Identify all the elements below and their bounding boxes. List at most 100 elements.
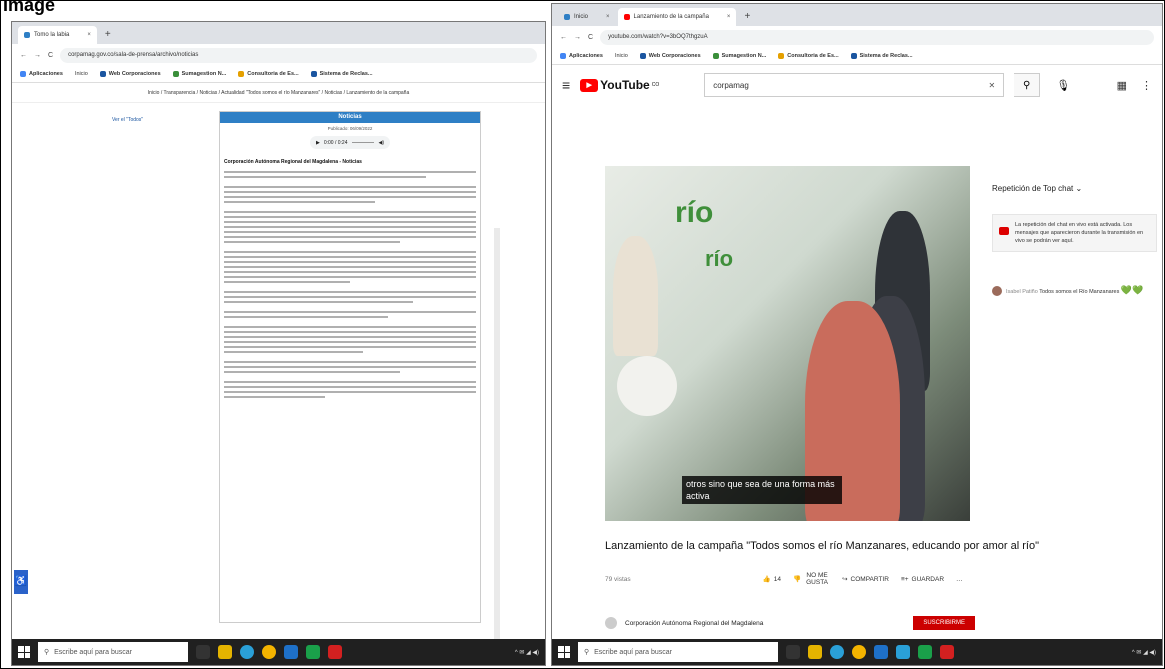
reload-icon[interactable]: C [48, 52, 53, 59]
microphone-icon[interactable]: 🎙 [1056, 79, 1070, 92]
close-tab-icon[interactable]: × [727, 14, 731, 20]
dislike-button[interactable]: 👎 NO ME GUSTA [793, 572, 830, 586]
pdf-icon[interactable] [328, 645, 342, 659]
word-icon[interactable] [284, 645, 298, 659]
bookmark-sistema[interactable]: Sistema de Reclas... [850, 53, 913, 59]
browser-tab-active[interactable]: Lanzamiento de la campaña × [617, 8, 737, 26]
bookmark-web[interactable]: Web Corporaciones [99, 71, 161, 77]
avatar [992, 286, 1002, 296]
back-icon[interactable]: ← [560, 34, 567, 41]
close-tab-icon[interactable]: × [606, 14, 610, 20]
channel-avatar[interactable] [605, 617, 617, 629]
taskbar-search-input[interactable]: ⚲ Escribe aquí para buscar [578, 642, 778, 662]
clear-search-icon[interactable]: ✕ [989, 81, 996, 90]
taskbar-search-input[interactable]: ⚲ Escribe aquí para buscar [38, 642, 188, 662]
bookmark-web[interactable]: Web Corporaciones [639, 53, 701, 59]
thumbs-up-icon: 👍 [762, 576, 771, 583]
bookmark-consult[interactable]: Consultoria de Es... [778, 53, 839, 59]
taskbar: ⚲ Escribe aquí para buscar ^ ✉ ◢ ◀) [552, 639, 1162, 665]
youtube-header: ≡ ▶ YouTube CO corpamag ✕ ⚲ 🎙 ▦ ⋮ [552, 65, 1162, 105]
file-explorer-icon[interactable] [808, 645, 822, 659]
player-time: 0:00 / 0:24 [323, 139, 348, 146]
windows-start-icon[interactable] [558, 646, 570, 658]
youtube-logo[interactable]: ▶ YouTube CO [580, 78, 659, 92]
article-paragraph [224, 311, 476, 318]
article-title: Corporación Autónoma Regional del Magdal… [224, 159, 362, 165]
volume-icon[interactable]: ◀) [378, 140, 384, 146]
article-paragraph [224, 171, 476, 178]
youtube-search-input[interactable]: corpamag ✕ [704, 73, 1005, 97]
like-button[interactable]: 👍 14 [762, 575, 781, 584]
browser-tab[interactable]: Tomo la labia × [18, 26, 97, 44]
playlist-add-icon: ≡+ [900, 575, 909, 583]
article-paragraph [224, 381, 476, 398]
right-browser-window: Inicio × Lanzamiento de la campaña × + ←… [551, 3, 1163, 666]
word-icon[interactable] [874, 645, 888, 659]
windows-start-icon[interactable] [18, 646, 30, 658]
bookmarks-bar: Aplicaciones Inicio Web Corporaciones Su… [12, 66, 545, 83]
new-tab-button[interactable]: + [99, 25, 117, 44]
audio-player[interactable]: ▶ 0:00 / 0:24 ◀) [310, 136, 390, 149]
task-view-icon[interactable] [196, 645, 210, 659]
page-content: Ver el "Todos" Noticias Publicado: 06/09… [12, 103, 545, 665]
bookmark-consult[interactable]: Consultoria de Es... [238, 71, 299, 77]
close-tab-icon[interactable]: × [87, 32, 91, 38]
bookmark-suma[interactable]: Sumagestion N... [712, 53, 766, 59]
scrollbar[interactable] [494, 228, 500, 665]
chat-header[interactable]: Repetición de Top chat ⌄ [992, 184, 1082, 193]
channel-name[interactable]: Corporación Autónoma Regional del Magdal… [625, 620, 763, 627]
search-button[interactable]: ⚲ [1014, 73, 1041, 97]
article-paragraph [224, 326, 476, 353]
browser-tab[interactable]: Inicio × [558, 8, 616, 26]
side-link[interactable]: Ver el "Todos" [112, 117, 143, 123]
tab-label: Lanzamiento de la campaña [633, 14, 709, 20]
file-explorer-icon[interactable] [218, 645, 232, 659]
edge-icon[interactable] [240, 645, 254, 659]
url-field[interactable]: youtube.com/watch?v=3bOQ7thgzuA [600, 29, 1154, 45]
back-icon[interactable]: ← [20, 52, 27, 59]
chrome-icon[interactable] [262, 645, 276, 659]
forward-icon[interactable]: → [574, 34, 581, 41]
bookmark-sistema[interactable]: Sistema de Reclas... [310, 71, 373, 77]
chat-author: Isabel Patiño [1006, 289, 1038, 295]
task-view-icon[interactable] [786, 645, 800, 659]
excel-icon[interactable] [306, 645, 320, 659]
article-date: Publicado: 06/09/2022 [327, 126, 373, 131]
more-icon[interactable]: ⋮ [1141, 79, 1152, 92]
url-field[interactable]: corpamag.gov.co/sala-de-prensa/archivo/n… [60, 47, 537, 63]
edge-alt-icon[interactable] [896, 645, 910, 659]
bookmark-suma[interactable]: Sumagestion N... [172, 71, 226, 77]
edge-icon[interactable] [830, 645, 844, 659]
share-button[interactable]: ↪ COMPARTIR [842, 575, 889, 584]
apps-icon[interactable]: ▦ [1117, 79, 1127, 92]
chevron-down-icon: ⌄ [1075, 184, 1083, 193]
menu-icon[interactable]: ≡ [562, 77, 570, 93]
chrome-icon[interactable] [852, 645, 866, 659]
bookmark-inicio[interactable]: Inicio [615, 53, 628, 59]
video-player[interactable]: río río río otros sino que sea de una fo… [605, 166, 970, 521]
accessibility-icon[interactable]: ♿ [14, 570, 28, 594]
thumbs-down-icon: 👎 [792, 576, 802, 583]
save-button[interactable]: ≡+ GUARDAR [901, 576, 944, 583]
forward-icon[interactable]: → [34, 52, 41, 59]
new-tab-button[interactable]: + [738, 7, 756, 26]
news-article: Noticias Publicado: 06/09/2022 ▶ 0:00 / … [219, 111, 481, 623]
tab-bar: Inicio × Lanzamiento de la campaña × + [552, 4, 1162, 26]
play-icon[interactable]: ▶ [316, 140, 320, 146]
player-progress[interactable] [351, 142, 375, 143]
chat-message: Isabel Patiño Todos somos el Río Manzana… [992, 286, 1157, 296]
reload-icon[interactable]: C [588, 34, 593, 41]
search-icon: ⚲ [44, 649, 50, 656]
image-caption: Image [3, 0, 56, 15]
subscribe-button[interactable]: SUSCRIBIRME [913, 616, 975, 630]
system-tray[interactable]: ^ ✉ ◢ ◀) [1132, 649, 1156, 656]
bookmark-inicio[interactable]: Inicio [75, 71, 88, 77]
system-tray[interactable]: ^ ✉ ◢ ◀) [515, 649, 539, 656]
rio-logo-image: río [705, 246, 734, 271]
pdf-icon[interactable] [940, 645, 954, 659]
bookmark-apps[interactable]: Aplicaciones [20, 71, 63, 77]
more-actions-button[interactable]: … [956, 576, 963, 583]
bookmark-apps[interactable]: Aplicaciones [560, 53, 603, 59]
view-count: 79 vistas [605, 575, 631, 583]
excel-icon[interactable] [918, 645, 932, 659]
